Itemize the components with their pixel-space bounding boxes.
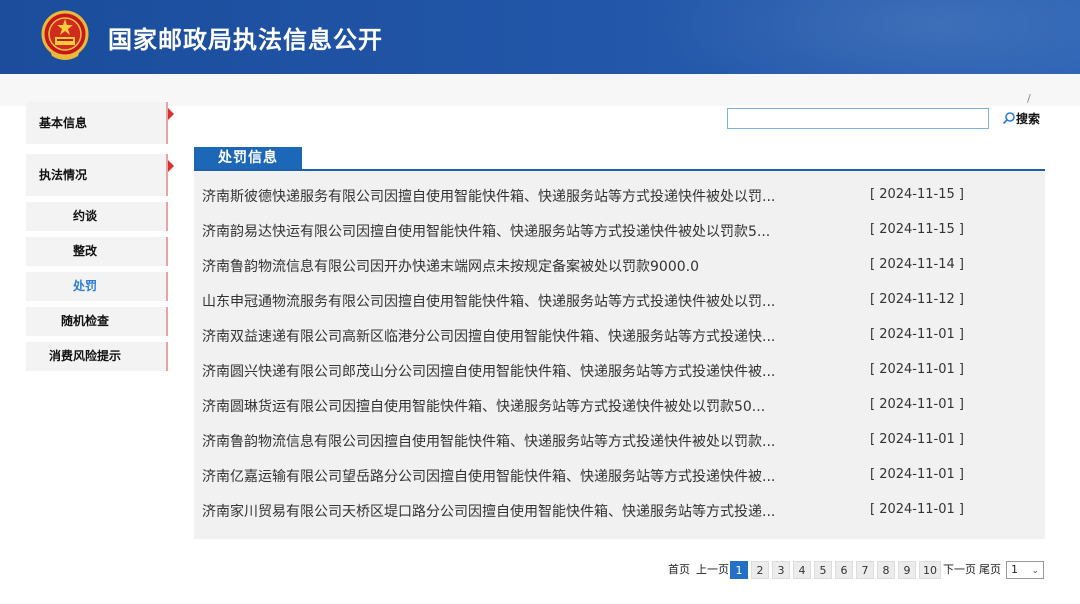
first-page-link[interactable]: 首页 (668, 561, 690, 579)
item-date: [ 2024-11-01 ] (870, 502, 964, 517)
list-item: 山东申冠通物流服务有限公司因擅自使用智能快件箱、快递服务站等方式投递快件被处以罚… (202, 282, 1037, 317)
item-title-link[interactable]: 山东申冠通物流服务有限公司因擅自使用智能快件箱、快递服务站等方式投递快件被处以罚… (202, 291, 822, 311)
sidebar: 基本信息 执法情况 约谈 整改 处罚 随机检查 消费风险提示 (26, 102, 174, 371)
prev-page-link[interactable]: 上一页 (696, 561, 729, 579)
sidebar-item-rectification[interactable]: 整改 (26, 237, 168, 266)
sidebar-item-random-inspection[interactable]: 随机检查 (26, 307, 168, 336)
sidebar-item-consumer-risk[interactable]: 消费风险提示 (26, 342, 168, 371)
page-number[interactable]: 7 (856, 561, 874, 579)
page-number[interactable]: 3 (772, 561, 790, 579)
item-date: [ 2024-11-01 ] (870, 397, 964, 412)
next-page-link[interactable]: 下一页 (943, 561, 976, 579)
sidebar-item-basic-info[interactable]: 基本信息 (26, 102, 174, 144)
item-date: [ 2024-11-15 ] (870, 187, 964, 202)
item-title-link[interactable]: 济南家川贸易有限公司天桥区堤口路分公司因擅自使用智能快件箱、快递服务站等方式投递… (202, 501, 822, 521)
page-number[interactable]: 8 (877, 561, 895, 579)
national-emblem-icon (41, 10, 89, 60)
divider-slash: / (1027, 92, 1031, 105)
item-title-link[interactable]: 济南斯彼德快递服务有限公司因擅自使用智能快件箱、快递服务站等方式投递快件被处以罚… (202, 186, 822, 206)
search-button-label: 搜索 (1016, 112, 1041, 126)
list-item: 济南鲁韵物流信息有限公司因开办快递末端网点未按规定备案被处以罚款9000.0 [… (202, 247, 1037, 282)
list-item: 济南斯彼德快递服务有限公司因擅自使用智能快件箱、快递服务站等方式投递快件被处以罚… (202, 177, 1037, 212)
page-number[interactable]: 9 (898, 561, 916, 579)
item-title-link[interactable]: 济南鲁韵物流信息有限公司因擅自使用智能快件箱、快递服务站等方式投递快件被处以罚款… (202, 431, 822, 451)
site-header: 国家邮政局执法信息公开 (0, 0, 1080, 74)
page-number[interactable]: 10 (919, 561, 941, 579)
sidebar-item-label: 基本信息 (39, 116, 88, 130)
list-item: 济南家川贸易有限公司天桥区堤口路分公司因擅自使用智能快件箱、快递服务站等方式投递… (202, 492, 1037, 527)
page-number[interactable]: 6 (835, 561, 853, 579)
sidebar-item-label: 执法情况 (39, 168, 88, 182)
chevron-down-icon: ⌄ (1031, 566, 1039, 576)
page-number[interactable]: 2 (751, 561, 769, 579)
page-select-value: 1 (1011, 563, 1018, 576)
red-marker-icon (168, 160, 174, 172)
item-title-link[interactable]: 济南韵易达快运有限公司因擅自使用智能快件箱、快递服务站等方式投递快件被处以罚款5… (202, 221, 822, 241)
item-date: [ 2024-11-01 ] (870, 432, 964, 447)
item-title-link[interactable]: 济南鲁韵物流信息有限公司因开办快递末端网点未按规定备案被处以罚款9000.0 (202, 256, 822, 276)
item-date: [ 2024-11-01 ] (870, 362, 964, 377)
list-item: 济南圆兴快递有限公司郎茂山分公司因擅自使用智能快件箱、快递服务站等方式投递快件被… (202, 352, 1037, 387)
list-item: 济南双益速递有限公司高新区临港分公司因擅自使用智能快件箱、快递服务站等方式投递快… (202, 317, 1037, 352)
page-number-current[interactable]: 1 (730, 561, 748, 579)
search-button[interactable]: 搜索 (1002, 110, 1040, 127)
list-item: 济南亿嘉运输有限公司望岳路分公司因擅自使用智能快件箱、快递服务站等方式投递快件被… (202, 457, 1037, 492)
item-title-link[interactable]: 济南圆兴快递有限公司郎茂山分公司因擅自使用智能快件箱、快递服务站等方式投递快件被… (202, 361, 822, 381)
item-title-link[interactable]: 济南圆琳货运有限公司因擅自使用智能快件箱、快递服务站等方式投递快件被处以罚款50… (202, 396, 822, 416)
item-title-link[interactable]: 济南亿嘉运输有限公司望岳路分公司因擅自使用智能快件箱、快递服务站等方式投递快件被… (202, 466, 822, 486)
item-date: [ 2024-11-01 ] (870, 327, 964, 342)
last-page-link[interactable]: 尾页 (979, 561, 1001, 579)
page-number[interactable]: 4 (793, 561, 811, 579)
list-item: 济南圆琳货运有限公司因擅自使用智能快件箱、快递服务站等方式投递快件被处以罚款50… (202, 387, 1037, 422)
sidebar-item-interview[interactable]: 约谈 (26, 202, 168, 231)
page-select[interactable]: 1 ⌄ (1006, 561, 1044, 579)
site-title: 国家邮政局执法信息公开 (108, 26, 383, 54)
item-title-link[interactable]: 济南双益速递有限公司高新区临港分公司因擅自使用智能快件箱、快递服务站等方式投递快… (202, 326, 822, 346)
item-date: [ 2024-11-14 ] (870, 257, 964, 272)
list-item: 济南鲁韵物流信息有限公司因擅自使用智能快件箱、快递服务站等方式投递快件被处以罚款… (202, 422, 1037, 457)
sidebar-item-penalty[interactable]: 处罚 (26, 272, 168, 301)
penalty-list: 济南斯彼德快递服务有限公司因擅自使用智能快件箱、快递服务站等方式投递快件被处以罚… (194, 171, 1045, 539)
page-number[interactable]: 5 (814, 561, 832, 579)
search-input[interactable] (727, 108, 989, 129)
search-icon (1002, 112, 1015, 125)
item-date: [ 2024-11-12 ] (870, 292, 964, 307)
tab-penalty-info[interactable]: 处罚信息 (194, 147, 302, 170)
red-marker-icon (168, 108, 174, 120)
item-date: [ 2024-11-15 ] (870, 222, 964, 237)
item-date: [ 2024-11-01 ] (870, 467, 964, 482)
list-item: 济南韵易达快运有限公司因擅自使用智能快件箱、快递服务站等方式投递快件被处以罚款5… (202, 212, 1037, 247)
sidebar-item-enforcement[interactable]: 执法情况 (26, 154, 174, 196)
